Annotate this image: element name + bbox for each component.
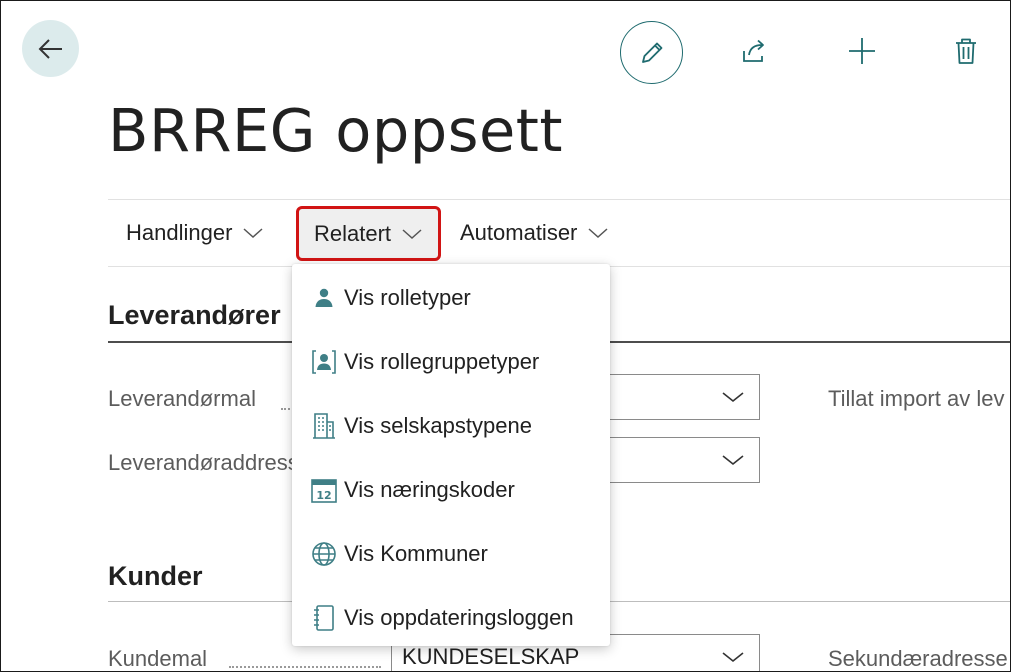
- menu-item-vis-oppdateringsloggen[interactable]: Vis oppdateringsloggen: [292, 590, 610, 646]
- action-bar: Handlinger Relatert Automatiser: [108, 199, 1010, 267]
- chevron-down-icon: [242, 226, 264, 240]
- notebook-icon: [310, 604, 338, 632]
- automatiser-label: Automatiser: [460, 220, 578, 245]
- person-icon: [310, 284, 338, 312]
- calendar-icon: 12: [310, 476, 338, 504]
- share-button[interactable]: [735, 21, 775, 81]
- globe-icon: [310, 540, 338, 568]
- menu-item-vis-rolletyper[interactable]: Vis rolletyper: [292, 270, 610, 326]
- share-icon: [743, 39, 764, 62]
- back-button[interactable]: [22, 20, 79, 77]
- relatert-label: Relatert: [314, 220, 392, 246]
- menu-item-vis-rollegruppetyper[interactable]: Vis rollegruppetyper: [292, 334, 610, 390]
- field-label-leverandoraddresse: Leverandøraddresse: [108, 450, 312, 475]
- handlinger-menu-button[interactable]: Handlinger: [126, 200, 264, 266]
- section-title-leverandorer: Leverandører: [108, 300, 281, 330]
- menu-item-vis-kommuner[interactable]: Vis Kommuner: [292, 526, 610, 582]
- relatert-dropdown-menu: Vis rolletyper Vis rollegruppetyper Vis …: [292, 264, 610, 646]
- chevron-down-icon: [587, 226, 609, 240]
- arrow-left-icon: [38, 38, 62, 59]
- automatiser-menu-button[interactable]: Automatiser: [460, 200, 609, 266]
- pencil-icon: [641, 42, 662, 63]
- plus-icon: [849, 38, 875, 64]
- field-label-kundemal: Kundemal: [108, 646, 208, 671]
- field-leader-dots: [229, 666, 381, 668]
- person-group-icon: [310, 348, 338, 376]
- menu-item-vis-selskapstypene[interactable]: Vis selskapstypene: [292, 398, 610, 454]
- menu-item-vis-naeringskoder[interactable]: 12 Vis næringskoder: [292, 462, 610, 518]
- page-frame: BRREG oppsett Handlinger Relatert Automa…: [0, 0, 1011, 672]
- chevron-down-icon: [401, 227, 423, 241]
- relatert-menu-button[interactable]: Relatert: [296, 206, 442, 261]
- kundemal-value: KUNDESELSKAP: [402, 644, 580, 669]
- edit-button[interactable]: [620, 21, 683, 84]
- trash-icon: [956, 38, 976, 64]
- handlinger-label: Handlinger: [126, 220, 233, 245]
- chevron-down-icon: [722, 455, 744, 466]
- add-button[interactable]: [842, 21, 882, 81]
- svg-text:12: 12: [316, 489, 331, 502]
- chevron-down-icon: [722, 652, 744, 663]
- chevron-down-icon: [722, 392, 744, 403]
- page-title: BRREG oppsett: [108, 96, 564, 165]
- field-label-tillat-import: Tillat import av lev: [828, 386, 1005, 411]
- building-icon: [310, 412, 338, 440]
- field-label-leverandormal: Leverandørmal: [108, 386, 256, 411]
- section-title-kunder: Kunder: [108, 561, 203, 591]
- delete-button[interactable]: [946, 21, 986, 81]
- field-label-sekundaeradresse: Sekundæradresse: [828, 646, 1008, 671]
